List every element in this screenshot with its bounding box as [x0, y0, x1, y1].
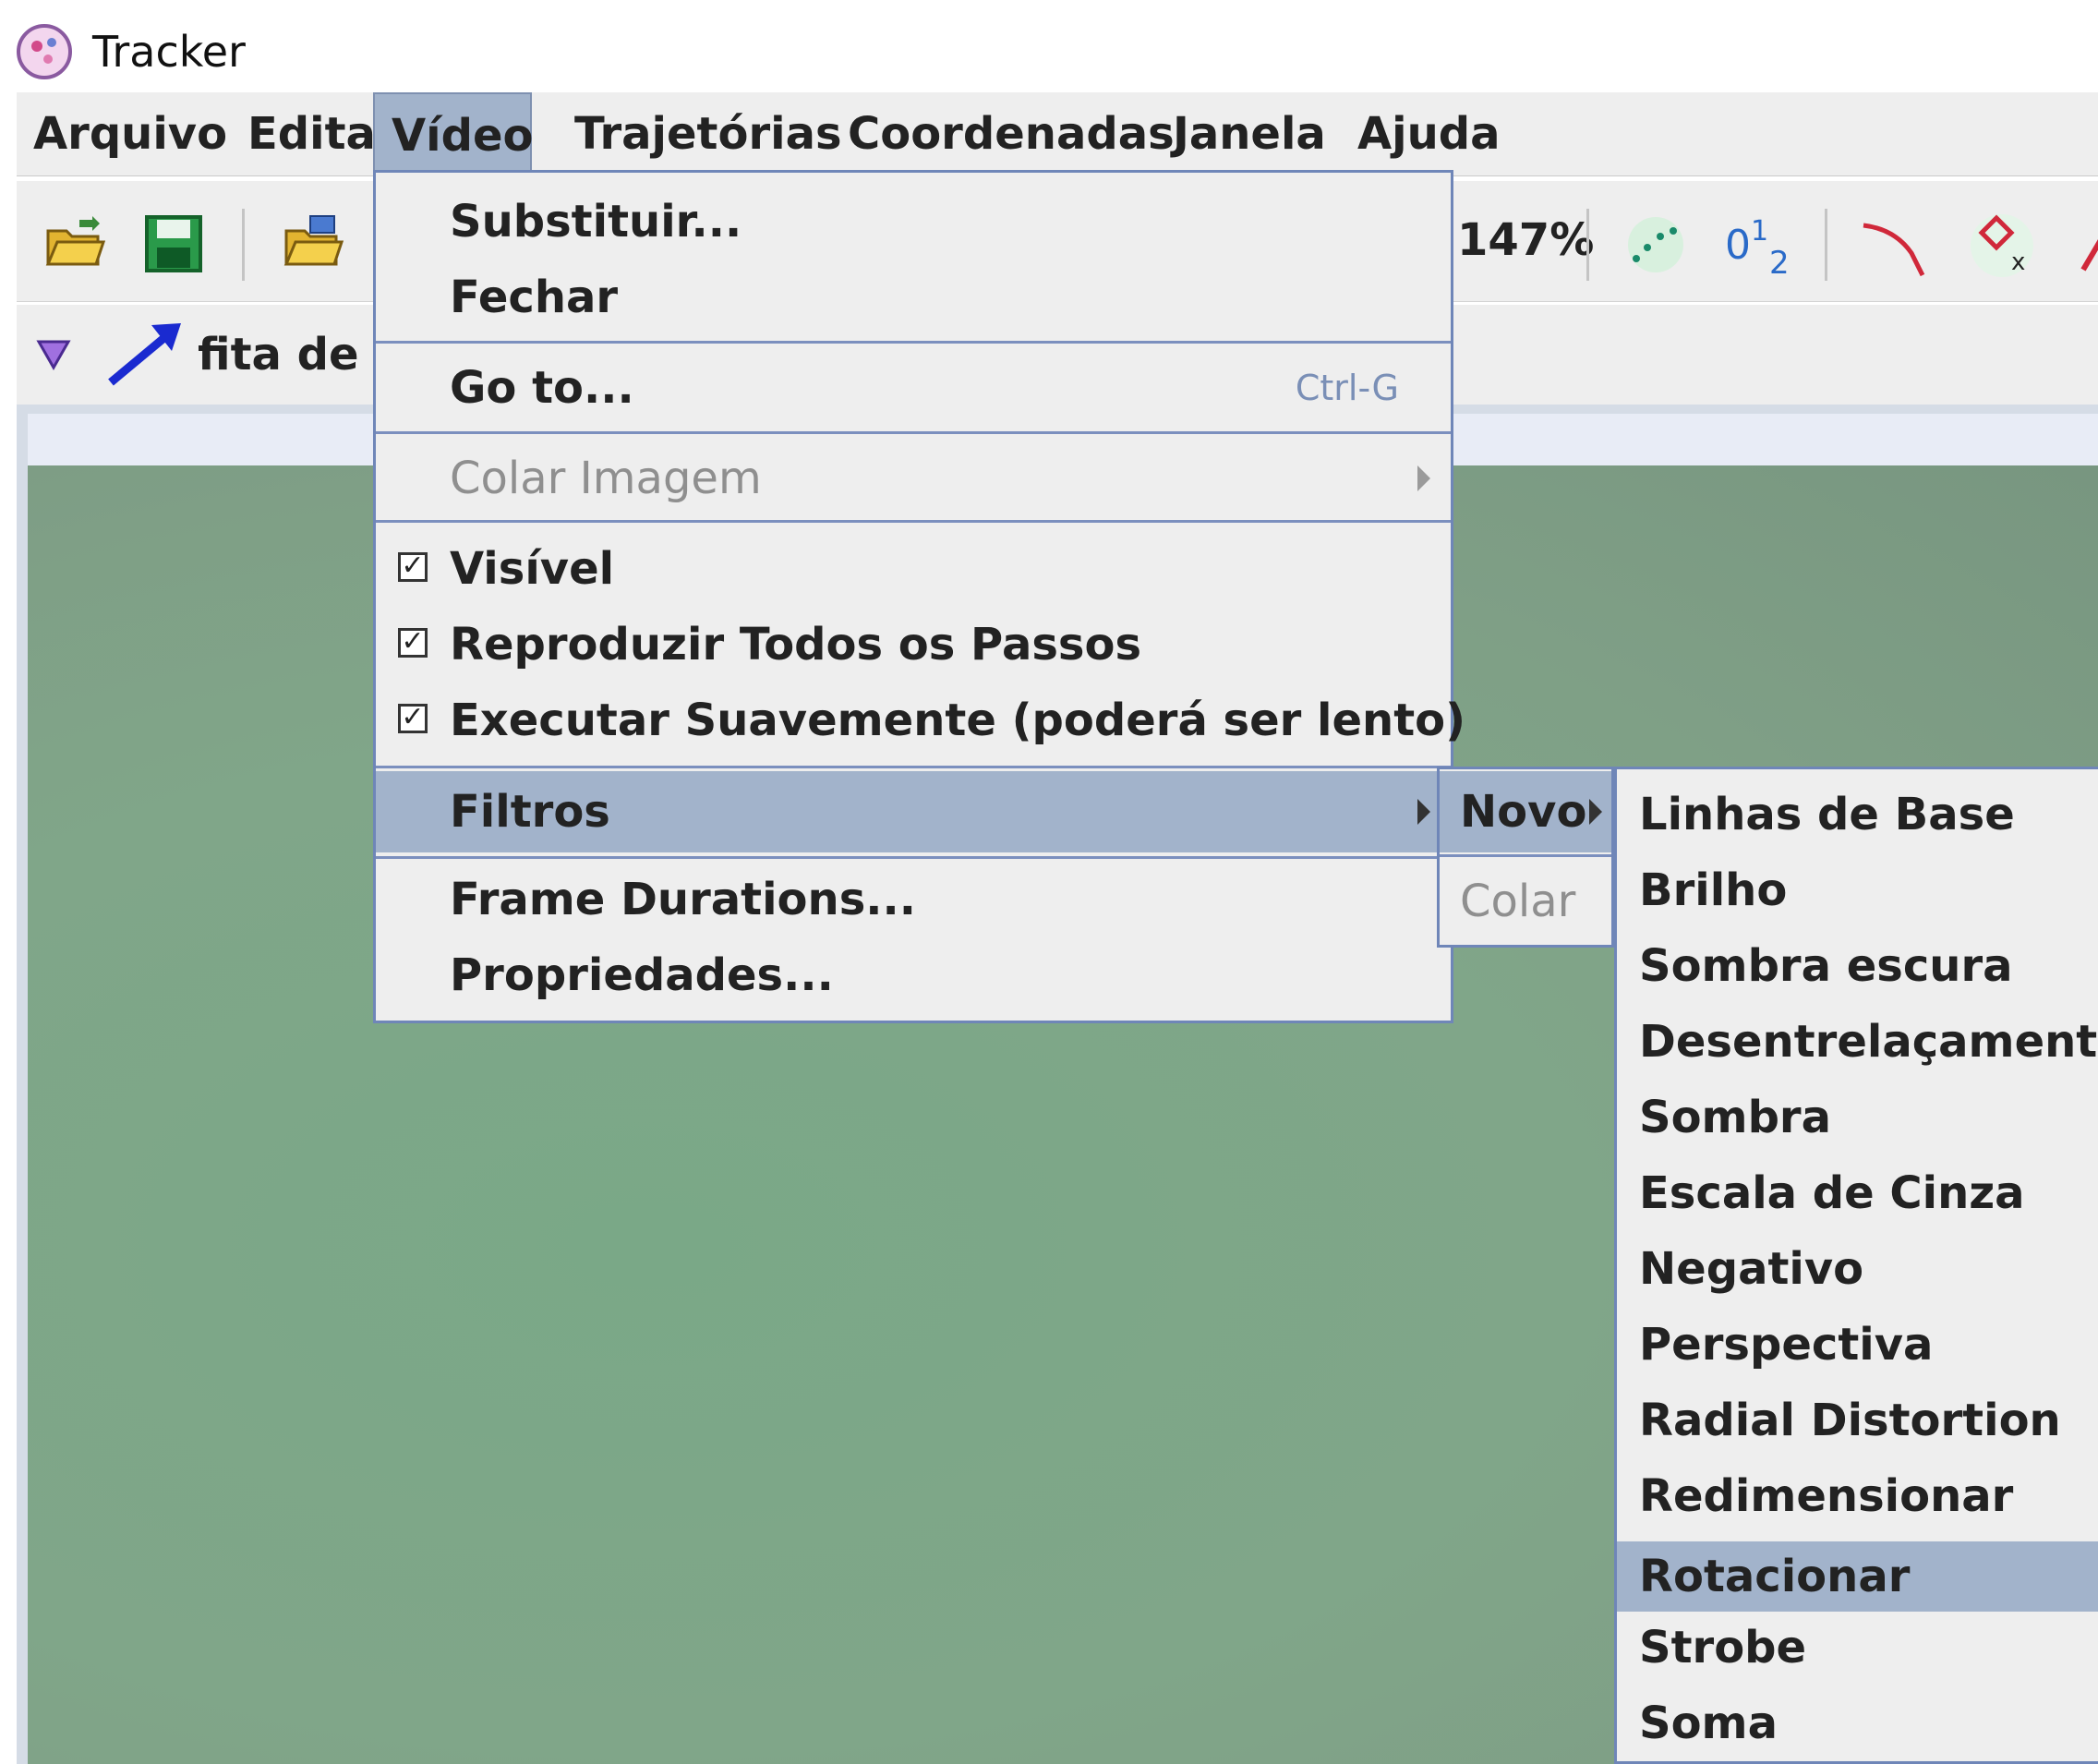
menu-arquivo[interactable]: Arquivo: [17, 92, 244, 175]
menu-separator: [376, 856, 1451, 859]
points-icon[interactable]: [1623, 212, 1688, 277]
menu-separator: [376, 431, 1451, 434]
filtros-submenu: Novo Colar: [1437, 767, 1614, 948]
menu-separator: [376, 766, 1451, 768]
menu-item-desentrelacamento[interactable]: Desentrelaçamento: [1617, 1004, 2098, 1080]
menu-item-substituir[interactable]: Substituir...: [376, 184, 1451, 260]
marker-delete-icon[interactable]: x: [1965, 209, 2039, 283]
menu-item-escala-de-cinza[interactable]: Escala de Cinza: [1617, 1155, 2098, 1231]
dropdown-triangle-icon[interactable]: [35, 336, 72, 373]
menu-item-sombra[interactable]: Sombra: [1617, 1080, 2098, 1155]
toolbar-separator: [1825, 209, 1827, 281]
menu-separator: [1440, 854, 1611, 857]
zoom-level[interactable]: 147%: [1457, 214, 1594, 266]
menu-item-filtros[interactable]: Filtros: [376, 771, 1451, 852]
menu-item-negativo[interactable]: Negativo: [1617, 1231, 2098, 1307]
menu-item-sombra-escura[interactable]: Sombra escura: [1617, 928, 2098, 1004]
toolbar-separator: [242, 209, 245, 281]
menu-item-linhas-de-base[interactable]: Linhas de Base: [1617, 777, 2098, 852]
menu-item-rotacionar[interactable]: Rotacionar: [1617, 1541, 2098, 1612]
svg-text:0: 0: [1725, 222, 1751, 269]
menu-item-frame-durations[interactable]: Frame Durations...: [376, 862, 1451, 937]
menu-trajetorias[interactable]: Trajetórias: [558, 92, 859, 175]
menu-separator: [376, 520, 1451, 523]
menu-item-propriedades[interactable]: Propriedades...: [376, 937, 1451, 1013]
arrow-icon[interactable]: [2080, 218, 2098, 273]
menu-item-colar: Colar: [1460, 876, 1576, 927]
checkbox-checked-icon: ✓: [398, 704, 428, 733]
menu-item-redimensionar[interactable]: Redimensionar: [1617, 1458, 2098, 1534]
menu-item-colar-imagem: Colar Imagem: [376, 441, 1451, 516]
goto-shortcut: Ctrl-G: [1295, 368, 1399, 408]
checkbox-checked-icon: ✓: [398, 628, 428, 658]
menu-item-novo[interactable]: Novo: [1440, 771, 1611, 852]
menu-item-goto[interactable]: Go to... Ctrl-G: [376, 350, 1451, 426]
number-format-icon[interactable]: 0 1 2: [1721, 209, 1795, 279]
menu-item-visivel[interactable]: ✓ Visível: [376, 531, 1451, 607]
novo-submenu: Linhas de Base Brilho Sombra escura Dese…: [1614, 767, 2098, 1764]
title-bar: Tracker: [0, 0, 2098, 92]
submenu-arrow-icon: [1417, 799, 1430, 825]
open-folder-icon[interactable]: [44, 214, 105, 272]
checkbox-checked-icon: ✓: [398, 552, 428, 582]
menu-item-executar-suavemente[interactable]: ✓ Executar Suavemente (poderá ser lento): [376, 683, 1465, 758]
menu-separator: [376, 341, 1451, 344]
save-icon[interactable]: [144, 214, 203, 273]
submenu-arrow-icon: [1417, 465, 1430, 491]
menu-coordenadas[interactable]: Coordenadas: [831, 92, 1191, 175]
menu-item-brilho[interactable]: Brilho: [1617, 852, 2098, 928]
menu-item-radial-distortion[interactable]: Radial Distortion: [1617, 1383, 2098, 1458]
track-path-icon[interactable]: [1858, 209, 1932, 283]
menu-item-fechar[interactable]: Fechar: [376, 260, 1451, 335]
menu-item-soma[interactable]: Soma: [1617, 1685, 2098, 1761]
svg-text:x: x: [2011, 248, 2025, 276]
open-video-icon[interactable]: [283, 214, 344, 272]
toolbar-separator: [1586, 209, 1589, 281]
svg-text:1: 1: [1751, 215, 1768, 248]
menu-janela[interactable]: Janela: [1156, 92, 1343, 175]
menu-item-strobe[interactable]: Strobe: [1617, 1610, 2098, 1685]
video-menu: Substituir... Fechar Go to... Ctrl-G Col…: [373, 170, 1465, 1023]
window-title: Tracker: [92, 27, 246, 77]
tracker-app-icon: [17, 24, 72, 79]
submenu-arrow-icon: [1589, 799, 1602, 825]
menu-ajuda[interactable]: Ajuda: [1341, 92, 1517, 175]
menu-item-reproduzir-todos[interactable]: ✓ Reproduzir Todos os Passos: [376, 607, 1451, 683]
menu-video[interactable]: Vídeo: [373, 92, 534, 175]
menu-bar: Arquivo Editar Vídeo Trajetórias Coorden…: [17, 92, 2098, 176]
menu-item-perspectiva[interactable]: Perspectiva: [1617, 1307, 2098, 1383]
tape-arrow-icon[interactable]: [105, 321, 183, 388]
svg-text:2: 2: [1769, 245, 1790, 279]
